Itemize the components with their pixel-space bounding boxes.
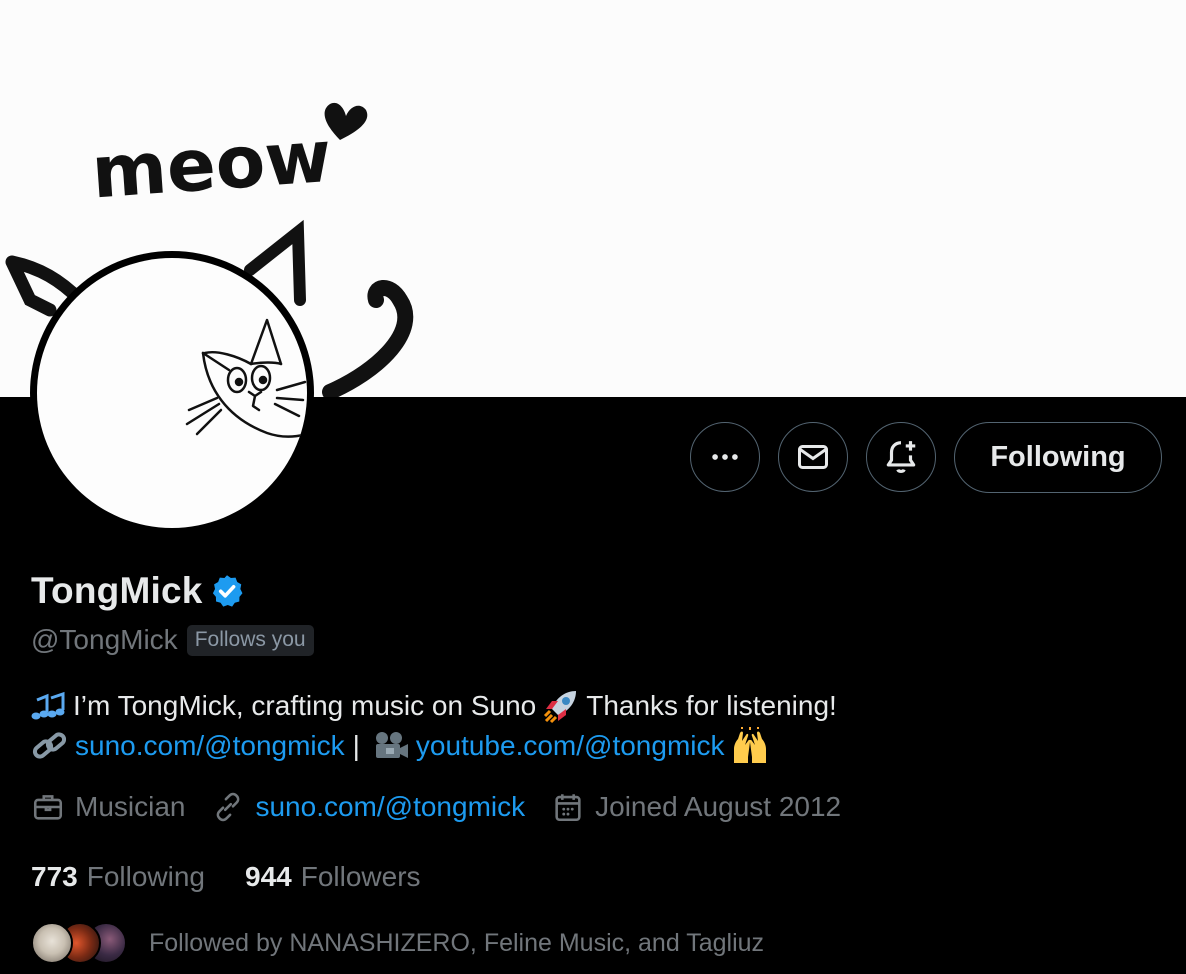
raised-hands-icon — [730, 727, 770, 765]
banner-meow-text: meow — [89, 114, 334, 215]
bio-youtube-link[interactable]: youtube.com/@tongmick — [416, 726, 725, 766]
heart-icon — [324, 102, 368, 140]
more-icon — [712, 454, 738, 460]
calendar-icon — [555, 794, 581, 822]
followers-stat-label: Followers — [300, 861, 421, 892]
following-stat-link[interactable]: 773 Following — [31, 861, 205, 893]
rocket-icon — [542, 687, 580, 725]
handle-row: @TongMick Follows you — [31, 624, 314, 656]
following-button[interactable]: Following — [954, 422, 1162, 493]
bio-text: I’m TongMick, crafting music on Suno — [73, 690, 537, 721]
bio-suno-link[interactable]: suno.com/@tongmick — [75, 726, 345, 766]
cat-avatar-drawing — [185, 318, 307, 438]
website-item: suno.com/@tongmick — [211, 790, 525, 824]
link-icon — [217, 792, 240, 822]
profile-name-row: TongMick — [31, 570, 245, 612]
verified-badge-icon[interactable] — [209, 573, 245, 609]
follows-you-badge: Follows you — [186, 624, 314, 656]
bio-line-1: I’m TongMick, crafting music on Suno Tha… — [31, 686, 837, 726]
mail-icon — [798, 445, 828, 469]
message-button[interactable] — [778, 422, 848, 492]
more-button[interactable] — [690, 422, 760, 492]
joined-item: Joined August 2012 — [551, 790, 841, 824]
followers-stat-link[interactable]: 944 Followers — [245, 861, 421, 893]
profile-meta: Musician suno.com/@tongmick Joined Augus… — [31, 790, 867, 824]
bio-line-2: suno.com/@tongmick | youtube.com/@tongmi… — [31, 726, 837, 766]
profile-bio: I’m TongMick, crafting music on Suno Tha… — [31, 686, 837, 766]
profile-avatar[interactable] — [30, 251, 314, 535]
profile-stats: 773 Following 944 Followers — [31, 861, 461, 893]
display-name: TongMick — [31, 570, 203, 611]
followed-by-avatars — [31, 920, 127, 966]
followers-count: 944 — [245, 861, 292, 892]
following-count: 773 — [31, 861, 78, 892]
briefcase-icon — [33, 795, 63, 820]
follower-avatar — [31, 922, 73, 964]
following-stat-label: Following — [86, 861, 205, 892]
followed-by-row[interactable]: Followed by NANASHIZERO, Feline Music, a… — [31, 920, 764, 966]
notifications-button[interactable] — [866, 422, 936, 492]
movie-camera-icon — [372, 730, 410, 762]
category-item: Musician — [31, 790, 185, 824]
website-link[interactable]: suno.com/@tongmick — [255, 791, 525, 823]
notification-add-icon — [886, 441, 916, 474]
profile-handle: @TongMick — [31, 624, 178, 655]
link-emoji-icon — [31, 728, 69, 764]
bio-separator: | — [352, 730, 360, 761]
bio-suffix: Thanks for listening! — [586, 690, 837, 721]
joined-date: Joined August 2012 — [595, 791, 842, 822]
music-notes-icon — [31, 690, 67, 722]
followed-by-text[interactable]: Followed by NANASHIZERO, Feline Music, a… — [149, 929, 764, 958]
category-label: Musician — [75, 791, 186, 822]
